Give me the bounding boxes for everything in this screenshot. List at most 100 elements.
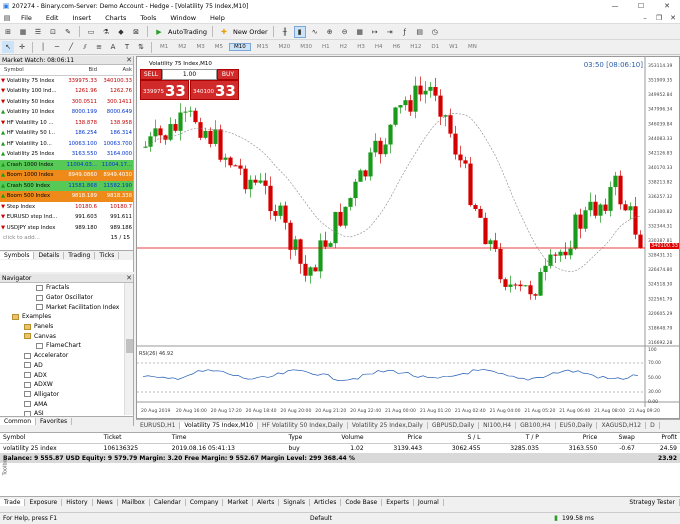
trade-column-header[interactable]: Type: [285, 433, 319, 444]
trendline-icon[interactable]: ╱: [65, 41, 77, 53]
panel-close-icon[interactable]: ✕: [125, 56, 133, 64]
strategy-tester-icon[interactable]: ⚗: [100, 26, 112, 38]
fibo-icon[interactable]: ≡: [93, 41, 105, 53]
market-watch-row[interactable]: ▼ Step Index 10180.6 10180.7: [0, 201, 133, 212]
toolbox-tab[interactable]: Code Base: [341, 499, 383, 506]
navigator-scrollbar[interactable]: [124, 283, 133, 415]
metaeditor-icon[interactable]: ◆: [115, 26, 127, 38]
market-watch-row[interactable]: ▲ Boom 500 Index 9818.189 9818.338: [0, 191, 133, 202]
column-header[interactable]: Symbol: [0, 65, 63, 76]
tf-m20[interactable]: M20: [275, 44, 295, 50]
tab-ticks[interactable]: Ticks: [95, 252, 120, 259]
market-watch-row[interactable]: ▼ Volatility 75 Index 339975.33 340100.3…: [0, 75, 133, 86]
market-watch-row[interactable]: ▲ Boom 1000 Index 8949.0860 8949.4030: [0, 170, 133, 181]
strategy-tester-tab[interactable]: Strategy Tester: [625, 499, 680, 506]
horizontal-line-icon[interactable]: ─: [51, 41, 63, 53]
tf-h12[interactable]: H12: [406, 44, 425, 50]
toolbox-tab[interactable]: Signals: [279, 499, 310, 506]
text-icon[interactable]: A: [107, 41, 119, 53]
column-header[interactable]: Bid: [62, 65, 98, 76]
toolbox-tab[interactable]: Calendar: [150, 499, 186, 506]
lot-input[interactable]: 1.00: [162, 69, 217, 80]
tf-m30[interactable]: M30: [296, 44, 316, 50]
tf-m10[interactable]: M10: [229, 43, 251, 51]
tab-common[interactable]: Common: [0, 418, 37, 425]
autotrading-button[interactable]: AutoTrading: [168, 28, 207, 36]
arrows-icon[interactable]: ⇅: [135, 41, 147, 53]
column-header[interactable]: Ask: [97, 65, 133, 76]
toolbox-tab[interactable]: Articles: [310, 499, 342, 506]
trade-column-header[interactable]: Swap: [600, 433, 638, 444]
chart-tab[interactable]: GBPUSD,Daily: [428, 421, 480, 429]
maximize-icon[interactable]: ☐: [628, 0, 654, 12]
add-symbol-row[interactable]: click to add... 15 / 15: [0, 233, 133, 243]
navigator-item[interactable]: Examples: [0, 312, 133, 322]
tf-d1[interactable]: D1: [427, 44, 443, 50]
trade-column-header[interactable]: Profit: [637, 433, 680, 444]
toolbox-tab[interactable]: Journal: [414, 499, 444, 506]
chart-window[interactable]: 353114.39 351909.35 349952.84 347996.34 3460…: [136, 56, 680, 419]
zoom-out-icon[interactable]: ⊖: [339, 26, 351, 38]
chart-tab[interactable]: EURUSD,H1: [136, 421, 181, 429]
buy-button[interactable]: BUY: [217, 69, 239, 80]
market-watch-row[interactable]: ▼ Volatility 50 Index 300.0511 300.1411: [0, 96, 133, 107]
navigator-close-icon[interactable]: ✕: [125, 274, 133, 282]
crosshair-icon[interactable]: ✛: [16, 41, 28, 53]
position-row[interactable]: volatility 25 index 106136325 2019.08.16 0…: [0, 443, 680, 453]
navigator-item[interactable]: Fractals: [0, 283, 133, 293]
terminal-icon[interactable]: ▭: [85, 26, 97, 38]
menu-charts[interactable]: Charts: [98, 14, 133, 22]
chart-tab[interactable]: NI100,H4: [479, 421, 517, 429]
market-watch-row[interactable]: ▼ USDJPY step Index 989.180 989.186: [0, 222, 133, 233]
minimize-icon[interactable]: —: [602, 0, 628, 12]
chart-tab[interactable]: D: [646, 421, 660, 429]
navigator-item[interactable]: Alligator: [0, 390, 133, 400]
trade-column-header[interactable]: Symbol: [0, 433, 101, 444]
navigator-item[interactable]: ADXW: [0, 380, 133, 390]
trade-column-header[interactable]: Ticket: [100, 433, 169, 444]
navigator-icon[interactable]: ✎: [62, 26, 74, 38]
tf-h3[interactable]: H3: [353, 44, 369, 50]
line-chart-icon[interactable]: ∿: [309, 26, 321, 38]
trade-column-header[interactable]: T / P: [483, 433, 542, 444]
bar-chart-icon[interactable]: ╫: [279, 26, 291, 38]
zoom-in-icon[interactable]: ⊕: [324, 26, 336, 38]
trade-column-header[interactable]: Volume: [318, 433, 367, 444]
sell-price-box[interactable]: 339975 33: [140, 80, 189, 100]
trade-column-header[interactable]: Price: [541, 433, 601, 444]
navigator-item[interactable]: FlameChart: [0, 341, 133, 351]
toolbox-tab[interactable]: Alerts: [253, 499, 280, 506]
menu-edit[interactable]: Edit: [39, 14, 66, 22]
toolbox-tab[interactable]: Exposure: [25, 499, 63, 506]
navigator-item[interactable]: AD: [0, 361, 133, 371]
toolbox-tab[interactable]: Company: [186, 499, 224, 506]
menu-window[interactable]: Window: [163, 14, 203, 22]
market-watch-row[interactable]: ▼ Volatility 100 Ind... 1261.96 1262.76: [0, 86, 133, 97]
doc-restore-icon[interactable]: ❐: [652, 12, 666, 24]
chart-tab[interactable]: Volatility 25 Index,Daily: [348, 421, 428, 429]
market-watch-row[interactable]: ▲ HF Volatility 10... 10063.100 10063.70…: [0, 138, 133, 149]
new-order-button[interactable]: New Order: [233, 28, 268, 36]
data-window-icon[interactable]: ⊡: [47, 26, 59, 38]
chart-tab[interactable]: GB100,H4: [516, 421, 556, 429]
buy-price-box[interactable]: 340100 33: [190, 80, 239, 100]
channel-icon[interactable]: ⫽: [79, 41, 91, 53]
chart-tab[interactable]: EU50,Daily: [556, 421, 598, 429]
toolbox-tab[interactable]: Market: [223, 499, 253, 506]
chart-tab[interactable]: HF Volatility 50 Index,Daily: [258, 421, 348, 429]
market-watch-row[interactable]: ▲ Volatility 25 Index 3163.550 3164.000: [0, 149, 133, 160]
market-watch-row[interactable]: ▲ Crash 500 Index 11581.868 11582.190: [0, 180, 133, 191]
doc-close-icon[interactable]: ✕: [666, 12, 680, 24]
new-chart-icon[interactable]: ⊞: [2, 26, 14, 38]
chart-tab[interactable]: Volatility 75 Index,M10: [180, 421, 259, 429]
navigator-item[interactable]: Panels: [0, 322, 133, 332]
menu-tools[interactable]: Tools: [133, 14, 163, 22]
tab-favorites[interactable]: Favorites: [36, 418, 73, 425]
chart-tab[interactable]: XAGUSD,H12: [597, 421, 647, 429]
sell-button[interactable]: SELL: [140, 69, 162, 80]
scrollbar-thumb[interactable]: [126, 339, 133, 353]
toolbox-tab[interactable]: History: [62, 499, 93, 506]
toolbox-tab[interactable]: Experts: [382, 499, 415, 506]
autoscroll-icon[interactable]: ↦: [369, 26, 381, 38]
navigator-item[interactable]: Canvas: [0, 331, 133, 341]
